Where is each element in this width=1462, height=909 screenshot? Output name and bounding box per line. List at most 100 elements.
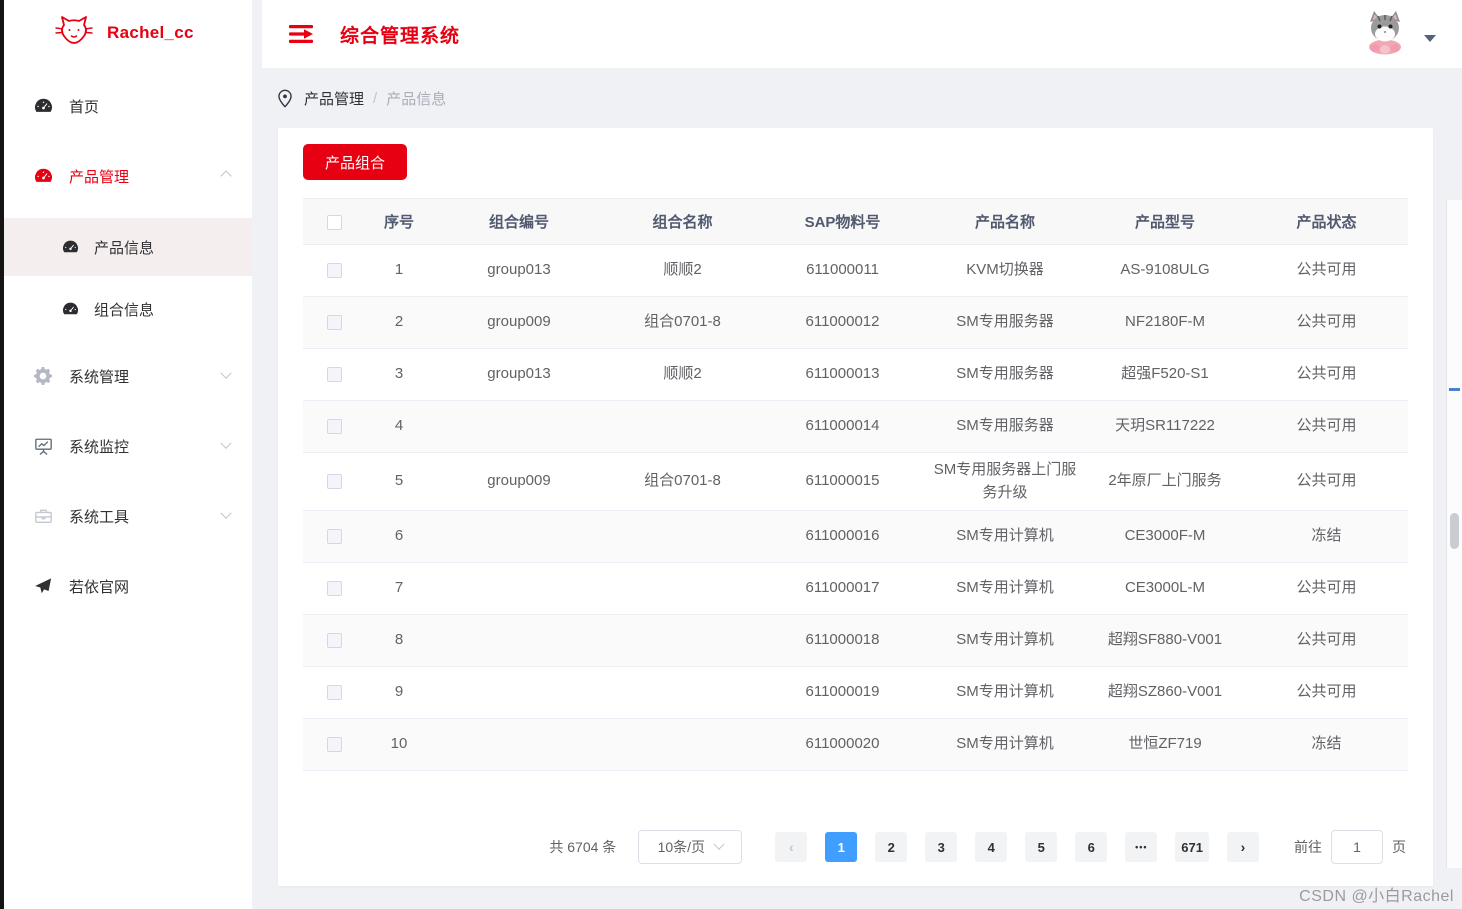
prev-page-button[interactable]: ‹ <box>775 832 808 862</box>
chevron-down-icon <box>220 507 232 519</box>
page-scrollbar[interactable] <box>1446 200 1462 868</box>
cell-sap-no: 611000016 <box>760 510 925 563</box>
cell-status: 公共可用 <box>1245 348 1408 401</box>
breadcrumb-separator: / <box>373 89 378 107</box>
breadcrumb-item[interactable]: 产品管理 <box>304 88 364 109</box>
cell-no: 8 <box>365 614 433 667</box>
row-checkbox[interactable] <box>326 473 342 489</box>
sidebar-item-system-tools[interactable]: 系统工具 <box>4 488 252 544</box>
row-checkbox[interactable] <box>326 580 342 596</box>
cell-product-name: SM专用计算机 <box>925 614 1085 667</box>
row-checkbox[interactable] <box>326 418 342 434</box>
top-header: 综合管理系统 <box>262 0 1462 68</box>
row-checkbox[interactable] <box>326 314 342 330</box>
cell-no: 9 <box>365 666 433 719</box>
page-button-4[interactable]: 4 <box>975 832 1008 862</box>
sidebar-submenu: 产品信息 组合信息 <box>4 218 252 338</box>
sidebar: Rachel_cc 首页 产品管理 产品信息 组合信息 系统管理 系统监控 系统… <box>4 0 252 909</box>
page-button-6[interactable]: 6 <box>1075 832 1108 862</box>
logo-text: Rachel_cc <box>107 23 194 42</box>
caret-down-icon <box>1424 34 1436 42</box>
sidebar-item-combo-info[interactable]: 组合信息 <box>4 280 252 338</box>
table-row: 3 group013 顺顺2 611000013 SM专用服务器 超强F520-… <box>303 348 1408 401</box>
cell-product-model: 超翔SZ860-V001 <box>1085 666 1245 719</box>
content-card: 产品组合 序号 组合编号 组合名称 SAP物料号 产品名称 产品型号 产品状态 … <box>278 128 1433 886</box>
cell-sap-no: 611000014 <box>760 400 925 453</box>
cell-product-model: CE3000L-M <box>1085 562 1245 615</box>
sidebar-toggle-icon[interactable] <box>288 23 314 45</box>
more-pages-button[interactable]: ••• <box>1125 832 1158 862</box>
cell-product-model: 世恒ZF719 <box>1085 718 1245 771</box>
cell-status: 公共可用 <box>1245 666 1408 719</box>
gauge-icon <box>32 96 54 116</box>
page-jump-input[interactable] <box>1331 830 1383 864</box>
cell-combo-name: 顺顺2 <box>605 244 760 297</box>
sidebar-item-ruoyi-site[interactable]: 若依官网 <box>4 558 252 614</box>
column-header: 组合编号 <box>433 198 605 245</box>
sidebar-item-label: 产品信息 <box>94 239 155 257</box>
table-header-row: 序号 组合编号 组合名称 SAP物料号 产品名称 产品型号 产品状态 <box>303 198 1408 245</box>
next-page-button[interactable]: › <box>1227 832 1259 862</box>
page-button-1[interactable]: 1 <box>825 832 858 862</box>
cell-combo-code <box>433 718 605 771</box>
cell-no: 4 <box>365 400 433 453</box>
page-button-3[interactable]: 3 <box>925 832 958 862</box>
table-row: 2 group009 组合0701-8 611000012 SM专用服务器 NF… <box>303 296 1408 349</box>
cell-sap-no: 611000019 <box>760 666 925 719</box>
table-row: 7 611000017 SM专用计算机 CE3000L-M 公共可用 <box>303 562 1408 615</box>
cell-product-model: 天玥SR117222 <box>1085 400 1245 453</box>
cell-product-model: 超强F520-S1 <box>1085 348 1245 401</box>
cell-combo-code <box>433 400 605 453</box>
sidebar-item-label: 系统监控 <box>69 438 130 456</box>
cell-product-name: KVM切换器 <box>925 244 1085 297</box>
table-row: 8 611000018 SM专用计算机 超翔SF880-V001 公共可用 <box>303 614 1408 667</box>
cell-status: 公共可用 <box>1245 400 1408 453</box>
logo[interactable]: Rachel_cc <box>4 0 252 66</box>
cell-sap-no: 611000017 <box>760 562 925 615</box>
sidebar-item-system-mgmt[interactable]: 系统管理 <box>4 348 252 404</box>
table-row: 6 611000016 SM专用计算机 CE3000F-M 冻结 <box>303 510 1408 563</box>
cell-product-name: SM专用服务器 <box>925 400 1085 453</box>
page-size-select[interactable]: 10条/页 <box>638 830 743 864</box>
row-checkbox[interactable] <box>326 684 342 700</box>
row-checkbox[interactable] <box>326 736 342 752</box>
gauge-icon <box>60 238 80 256</box>
table-row: 9 611000019 SM专用计算机 超翔SZ860-V001 公共可用 <box>303 666 1408 719</box>
select-all-checkbox[interactable] <box>326 214 342 230</box>
product-table: 序号 组合编号 组合名称 SAP物料号 产品名称 产品型号 产品状态 1 gro… <box>303 198 1408 771</box>
sidebar-item-label: 首页 <box>69 98 100 116</box>
sidebar-item-product-mgmt[interactable]: 产品管理 <box>4 148 252 204</box>
sidebar-item-product-info[interactable]: 产品信息 <box>4 218 252 276</box>
breadcrumb-item-current: 产品信息 <box>386 90 447 108</box>
row-checkbox[interactable] <box>326 528 342 544</box>
cell-sap-no: 611000015 <box>760 452 925 511</box>
user-menu[interactable] <box>1361 9 1436 60</box>
page-button-last[interactable]: 671 <box>1175 832 1209 862</box>
goto-label: 前往 <box>1294 839 1322 855</box>
main-area: 综合管理系统 产品管理 / 产品信息 产品组合 序号 组合编号 组合名称 SAP… <box>252 0 1462 909</box>
cell-combo-name <box>605 400 760 453</box>
page-button-2[interactable]: 2 <box>875 832 908 862</box>
chevron-down-icon <box>713 838 725 850</box>
row-checkbox[interactable] <box>326 632 342 648</box>
sidebar-item-system-monitor[interactable]: 系统监控 <box>4 418 252 474</box>
cell-status: 公共可用 <box>1245 562 1408 615</box>
row-checkbox[interactable] <box>326 262 342 278</box>
cell-combo-code <box>433 614 605 667</box>
cell-combo-name <box>605 666 760 719</box>
cell-no: 2 <box>365 296 433 349</box>
cell-product-model: CE3000F-M <box>1085 510 1245 563</box>
gear-icon <box>32 366 54 386</box>
scrollbar-thumb[interactable] <box>1450 513 1459 549</box>
product-combo-button[interactable]: 产品组合 <box>303 144 408 180</box>
cell-combo-name <box>605 510 760 563</box>
page-button-5[interactable]: 5 <box>1025 832 1058 862</box>
pagination-total: 共 6704 条 <box>549 839 617 855</box>
cell-combo-name <box>605 718 760 771</box>
sidebar-item-home[interactable]: 首页 <box>4 78 252 134</box>
sidebar-item-label: 系统工具 <box>69 508 130 526</box>
cell-status: 冻结 <box>1245 510 1408 563</box>
cell-combo-code: group009 <box>433 452 605 511</box>
row-checkbox[interactable] <box>326 366 342 382</box>
chevron-down-icon <box>220 367 232 379</box>
